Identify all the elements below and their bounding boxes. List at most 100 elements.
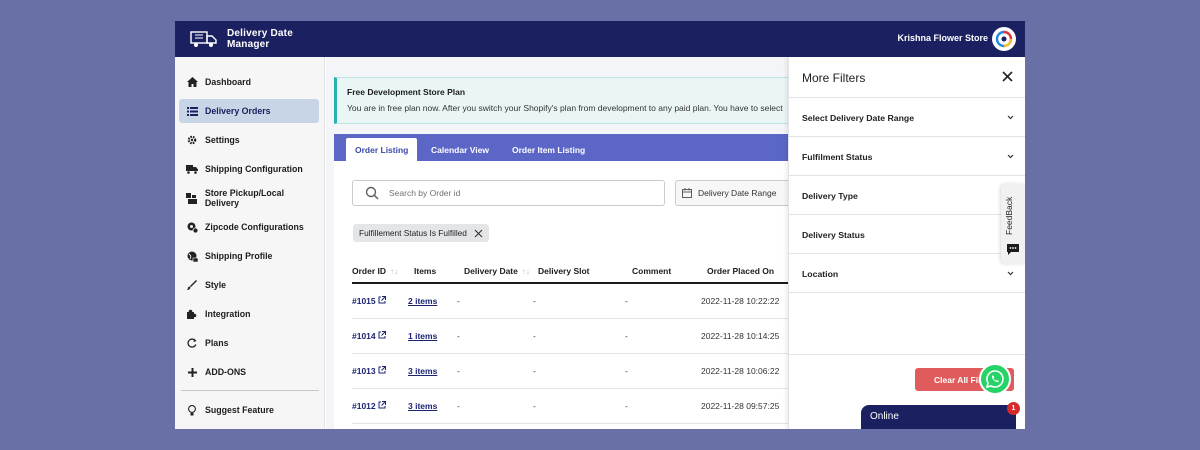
sidebar-item-shipping-configuration[interactable]: Shipping Configuration (179, 157, 319, 181)
column-header-delivery-slot: Delivery Slot (538, 266, 590, 276)
table-row: #1014 1 items - - - 2022-11-28 10:14:25 (352, 319, 804, 354)
sidebar-item-suggest-feature[interactable]: Suggest Feature (179, 398, 319, 422)
tab-calendar-view[interactable]: Calendar View (422, 138, 498, 161)
order-id: #1015 (352, 296, 376, 306)
external-link-icon (378, 296, 386, 304)
order-id: #1013 (352, 366, 376, 376)
sidebar-item-label: Zipcode Configurations (205, 222, 304, 232)
chat-notification-badge: 1 (1007, 402, 1020, 415)
filter-label: Delivery Status (802, 230, 865, 240)
plan-banner: Free Development Store Plan You are in f… (334, 77, 804, 124)
feedback-tab[interactable]: FeedBack (1001, 184, 1025, 264)
search-input[interactable] (389, 185, 649, 201)
order-id-link[interactable]: #1013 (352, 366, 386, 376)
filter-delivery-date-range[interactable]: Select Delivery Date Range (789, 98, 1025, 137)
column-header-delivery-date[interactable]: Delivery Date ↑↓ (464, 266, 530, 276)
plus-icon (186, 366, 198, 378)
items-link[interactable]: 1 items (408, 331, 437, 341)
delivery-date-range-picker[interactable]: Delivery Date Range (675, 180, 804, 206)
banner-title: Free Development Store Plan (347, 87, 466, 97)
app-logo[interactable]: Delivery Date Manager (189, 28, 299, 50)
location-icon (186, 221, 198, 233)
items-link[interactable]: 3 items (408, 401, 437, 411)
feedback-label: FeedBack (1004, 196, 1014, 236)
sidebar-item-label: ADD-ONS (205, 367, 247, 377)
close-icon[interactable] (1002, 71, 1013, 82)
store-name: Krishna Flower Store (897, 33, 988, 43)
chevron-down-icon (1007, 115, 1014, 120)
sidebar-item-delivery-orders[interactable]: Delivery Orders (179, 99, 319, 123)
date-range-label: Delivery Date Range (698, 188, 777, 198)
delivery-date-cell: - (457, 296, 460, 306)
external-link-icon (378, 366, 386, 374)
sort-icon[interactable]: ↑↓ (522, 267, 530, 276)
delivery-date-cell: - (457, 331, 460, 341)
placed-on-cell: 2022-11-28 10:06:22 (701, 366, 780, 376)
sidebar-item-label: Style (205, 280, 227, 290)
filter-label: Fulfilment Status (802, 152, 873, 162)
sidebar-item-label: Store Pickup/Local Delivery (204, 188, 285, 208)
close-icon[interactable] (474, 229, 483, 238)
tab-order-listing[interactable]: Order Listing (346, 138, 418, 161)
filter-fulfilment-status[interactable]: Fulfilment Status (789, 137, 1025, 176)
top-bar: Delivery Date Manager Krishna Flower Sto… (175, 21, 1025, 57)
sidebar: Dashboard Delivery Orders Settings Shipp… (175, 57, 325, 429)
external-link-icon (378, 331, 386, 339)
order-id-link[interactable]: #1015 (352, 296, 386, 306)
search-box (352, 180, 665, 206)
delivery-truck-icon (190, 31, 217, 47)
puzzle-icon (186, 308, 198, 320)
sidebar-item-integration[interactable]: Integration (179, 302, 319, 326)
panel-footer-divider (789, 354, 1025, 355)
sidebar-item-style[interactable]: Style (179, 273, 319, 297)
chat-widget[interactable]: Online (861, 405, 1016, 429)
placed-on-cell: 2022-11-28 10:14:25 (701, 331, 780, 341)
whatsapp-button[interactable] (979, 363, 1011, 395)
placed-on-cell: 2022-11-28 09:57:25 (701, 401, 780, 411)
order-id: #1014 (352, 331, 376, 341)
tab-order-item-listing[interactable]: Order Item Listing (503, 138, 594, 161)
sidebar-item-shipping-profile[interactable]: Shipping Profile (179, 244, 319, 268)
app-name: Delivery Date Manager (227, 28, 293, 50)
sidebar-item-add-ons[interactable]: ADD-ONS (179, 360, 319, 384)
sidebar-item-label: Suggest Feature (205, 405, 274, 415)
sort-icon[interactable]: ↑↓ (390, 267, 398, 276)
sidebar-item-store-pickup[interactable]: Store Pickup/Local Delivery (179, 186, 319, 210)
filter-delivery-type[interactable]: Delivery Type (789, 176, 1025, 215)
home-icon (186, 76, 198, 88)
sidebar-item-label: Delivery Orders (205, 106, 271, 116)
filter-location[interactable]: Location (789, 254, 1025, 293)
filter-delivery-status[interactable]: Delivery Status (789, 215, 1025, 254)
delivery-slot-cell: - (533, 401, 536, 411)
sidebar-item-label: Settings (205, 135, 240, 145)
filter-label: Location (802, 269, 839, 279)
order-id-link[interactable]: #1014 (352, 331, 386, 341)
sidebar-item-zipcode-configurations[interactable]: Zipcode Configurations (179, 215, 319, 239)
delivery-slot-cell: - (533, 331, 536, 341)
filter-label: Select Delivery Date Range (802, 113, 915, 123)
sidebar-item-plans[interactable]: Plans (179, 331, 319, 355)
panel-title: More Filters (802, 71, 866, 85)
sidebar-divider (181, 390, 319, 391)
store-icon (186, 192, 198, 204)
brush-icon (186, 279, 198, 291)
table-header: Order ID ↑↓ Items Delivery Date ↑↓ Deliver… (352, 262, 804, 284)
sidebar-item-label: Shipping Configuration (205, 164, 303, 174)
globe-icon (186, 250, 198, 262)
sidebar-item-settings[interactable]: Settings (179, 128, 319, 152)
sidebar-item-dashboard[interactable]: Dashboard (179, 70, 319, 94)
sidebar-item-label: Shipping Profile (205, 251, 273, 261)
items-link[interactable]: 3 items (408, 366, 437, 376)
avatar-icon (995, 30, 1013, 48)
delivery-slot-cell: - (533, 366, 536, 376)
table-row: #1012 3 items - - - 2022-11-28 09:57:25 (352, 389, 804, 424)
column-label: Delivery Date (464, 266, 518, 276)
items-link[interactable]: 2 items (408, 296, 437, 306)
store-avatar[interactable] (992, 27, 1016, 51)
column-header-order-id[interactable]: Order ID ↑↓ (352, 266, 398, 276)
truck-icon (186, 163, 198, 175)
order-id-link[interactable]: #1012 (352, 401, 386, 411)
order-id: #1012 (352, 401, 376, 411)
comment-cell: - (625, 296, 628, 306)
column-header-items: Items (414, 266, 437, 276)
